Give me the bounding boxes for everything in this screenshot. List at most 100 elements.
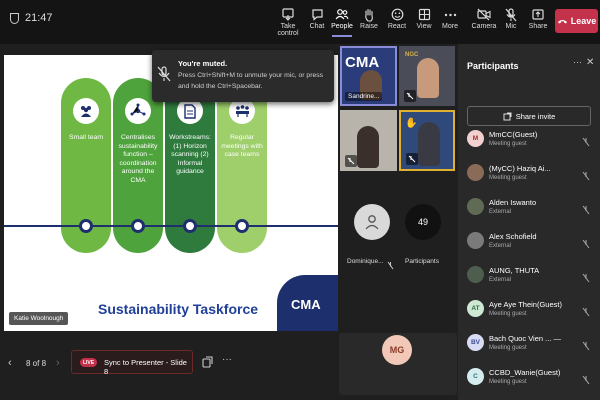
participant-row[interactable]: (MyCC) Haziq Ai... Meeting guest: [464, 160, 596, 190]
avatar-initials: MG: [382, 335, 412, 365]
avatar: AT: [467, 300, 484, 317]
avatar: M: [467, 130, 484, 147]
video-tile-sandrine[interactable]: CMA Sandrine...: [340, 46, 397, 106]
presenter-name-label: Katie Woolnough: [9, 312, 69, 325]
participant-name: Dominique...: [347, 258, 384, 265]
participant-name: Aye Aye Thein(Guest): [489, 300, 562, 309]
cma-logo-text: CMA: [291, 297, 321, 312]
teams-meeting-window: 21:47 Take control Chat People Raise Rea…: [0, 0, 600, 400]
share-invite-icon: [503, 112, 512, 120]
share-invite-label: Share invite: [515, 111, 556, 121]
video-tile-participant-4[interactable]: ✋: [399, 110, 455, 171]
mic-off-icon: [582, 134, 590, 152]
avatar-photo: [467, 198, 484, 215]
person-silhouette: [417, 58, 439, 98]
meeting-timer: 21:47: [10, 12, 53, 24]
avatar-photo: [467, 266, 484, 283]
slide-column-text: Centralises sustainability function – co…: [118, 134, 158, 184]
participant-name: Alex Schofield: [489, 232, 537, 241]
sync-to-presenter-button[interactable]: LIVE Sync to Presenter - Slide 8: [71, 350, 193, 376]
participant-role: Meeting guest: [489, 311, 527, 317]
participant-role: External: [489, 277, 512, 283]
network-icon: [125, 98, 151, 124]
person-silhouette: [357, 126, 379, 168]
mic-off-icon: [345, 155, 357, 167]
presentation-controls: ‹ 8 of 8 › LIVE Sync to Presenter - Slid…: [0, 340, 338, 400]
panel-title: Participants: [467, 61, 519, 71]
mic-off-icon: [582, 270, 590, 288]
avatar: BV: [467, 334, 484, 351]
toast-title: You're muted.: [178, 59, 228, 68]
timeline-dot: [79, 219, 93, 233]
participant-name: MmCC(Guest): [489, 130, 538, 139]
share-icon: [522, 6, 554, 23]
participant-name: CCBD_Wanie(Guest): [489, 368, 561, 377]
more-icon: [434, 6, 466, 23]
participant-name: Alden Iswanto: [489, 198, 537, 207]
mic-off-icon: [582, 304, 590, 322]
avatar: C: [467, 368, 484, 385]
participant-role: External: [489, 209, 512, 215]
pop-out-icon[interactable]: [202, 355, 213, 373]
toast-body: Press Ctrl+Shift+M to unmute your mic, o…: [178, 72, 324, 90]
more-label: More: [442, 23, 458, 30]
participant-row[interactable]: C CCBD_Wanie(Guest) Meeting guest: [464, 364, 596, 394]
participant-name: Sandrine...: [345, 92, 383, 101]
more-options-icon[interactable]: ···: [222, 354, 232, 365]
slide-counter: 8 of 8: [26, 359, 47, 368]
slide-timeline: [4, 225, 338, 227]
participant-row[interactable]: M MmCC(Guest) Meeting guest: [464, 126, 596, 156]
avatar: [354, 204, 390, 240]
mic-off-icon: [582, 338, 590, 356]
mic-off-icon: [582, 202, 590, 220]
participants-count: 49: [405, 204, 441, 240]
sync-label: Sync to Presenter - Slide 8: [104, 358, 187, 376]
slide-column-text: Workstreams: (1) Horizon scanning (2) In…: [169, 134, 211, 175]
participant-row[interactable]: Alden Iswanto External: [464, 194, 596, 224]
timeline-dot: [131, 219, 145, 233]
phone-hangup-icon: [557, 20, 567, 24]
video-tile-dominique[interactable]: Dominique...: [345, 200, 400, 275]
close-icon[interactable]: ✕: [586, 57, 594, 68]
take-control-button[interactable]: Take control: [272, 6, 304, 37]
take-control-icon: [272, 6, 304, 23]
participant-row[interactable]: BV Bach Quoc Vien ... — Meeting guest: [464, 330, 596, 360]
participant-name: (MyCC) Haziq Ai...: [489, 164, 551, 173]
muted-notification: You're muted. Press Ctrl+Shift+M to unmu…: [152, 50, 334, 102]
mic-off-icon: [582, 236, 590, 254]
cma-logo: CMA: [277, 275, 338, 331]
mic-off-icon: [157, 66, 171, 87]
live-badge: LIVE: [80, 358, 97, 367]
panel-more-icon[interactable]: ···: [573, 57, 582, 67]
share-button[interactable]: Share: [522, 6, 554, 30]
timeline-dot: [235, 219, 249, 233]
share-invite-button[interactable]: Share invite: [467, 106, 591, 126]
meeting-toolbar: 21:47 Take control Chat People Raise Rea…: [0, 0, 600, 44]
slide-title: Sustainability Taskforce: [98, 301, 259, 317]
participant-row[interactable]: AUNG, THUTA External: [464, 262, 596, 292]
ngc-logo: NGC: [405, 52, 419, 58]
participant-row[interactable]: Alex Schofield External: [464, 228, 596, 258]
leave-label: Leave: [570, 16, 597, 26]
timeline-dot: [183, 219, 197, 233]
participant-role: Meeting guest: [489, 141, 527, 147]
slide-column-text: Regular meetings with case teams: [221, 134, 263, 158]
participants-count-label: Participants: [405, 258, 439, 265]
participant-row[interactable]: AT Aye Aye Thein(Guest) Meeting guest: [464, 296, 596, 326]
avatar-photo: [467, 164, 484, 181]
share-label: Share: [528, 23, 548, 30]
participants-count-tile[interactable]: 49 Participants: [405, 200, 441, 275]
previous-slide-icon[interactable]: ‹: [8, 357, 12, 369]
leave-button[interactable]: Leave: [555, 9, 598, 33]
participant-role: External: [489, 243, 512, 249]
video-tile-participant-3[interactable]: [340, 110, 397, 171]
mic-off-icon: [387, 257, 394, 275]
next-slide-icon[interactable]: ›: [56, 357, 60, 369]
mic-off-icon: [406, 153, 418, 165]
video-tile-participant-2[interactable]: NGC: [399, 46, 455, 106]
person-icon: [365, 215, 379, 230]
more-button[interactable]: More: [434, 6, 466, 30]
timer-text: 21:47: [25, 12, 53, 24]
participant-name: Bach Quoc Vien ... —: [489, 334, 561, 343]
self-view-tile[interactable]: MG: [339, 333, 457, 395]
